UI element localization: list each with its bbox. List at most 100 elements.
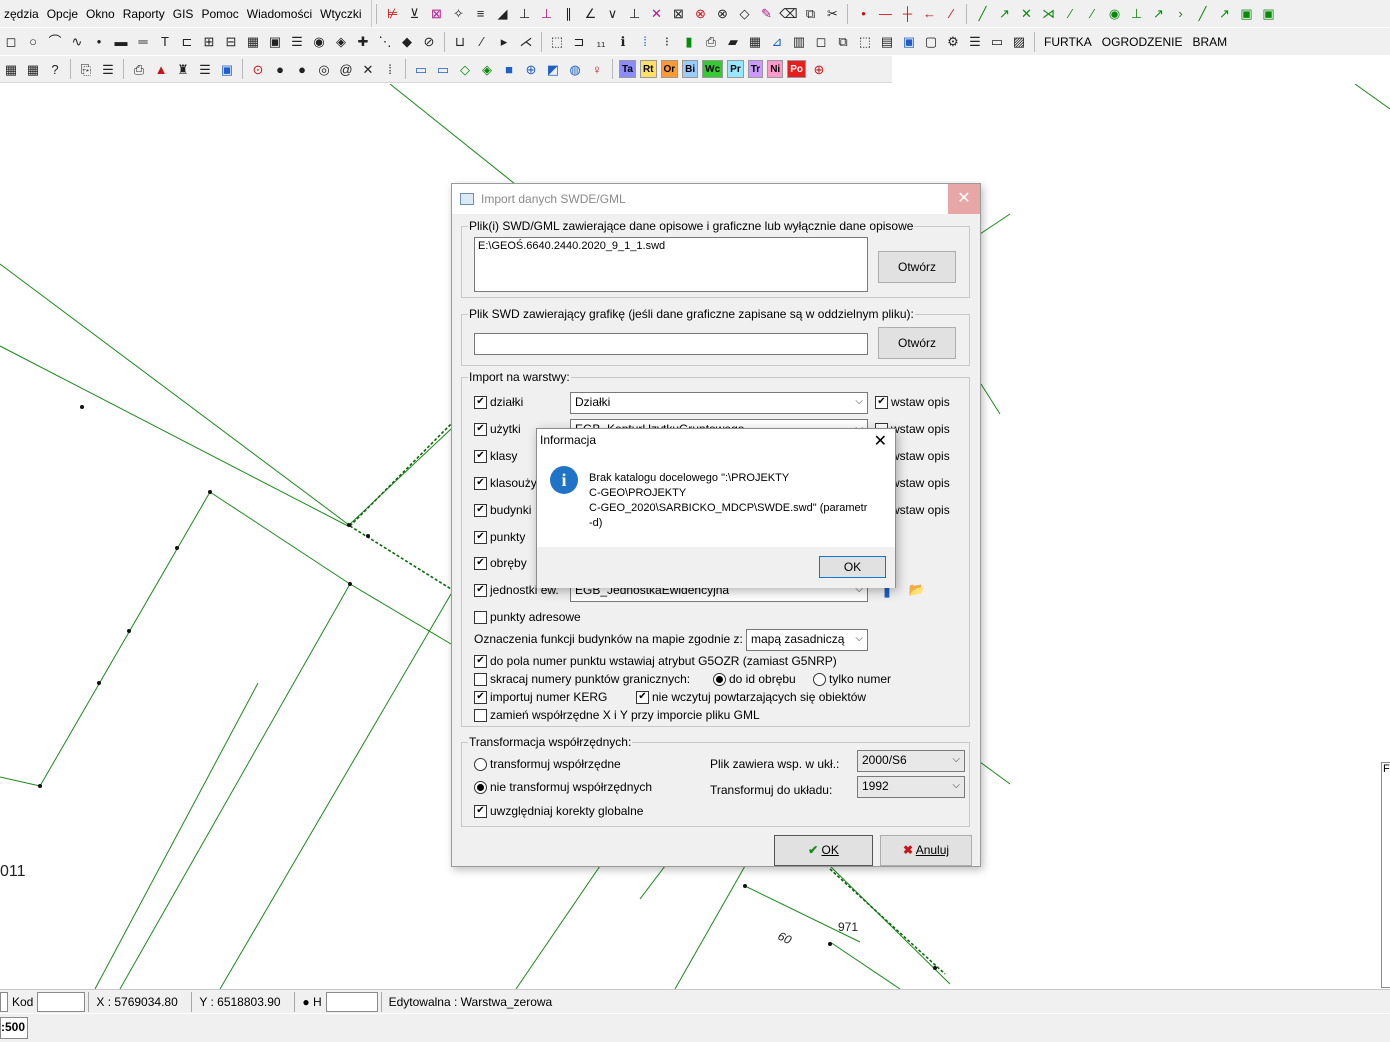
cross-icon[interactable]: ✕ <box>646 4 666 24</box>
layer-punkty-checkbox[interactable]: ✔ punkty <box>474 530 525 544</box>
zamien-xy-checkbox[interactable]: zamień współrzędne X i Y przy imporcie p… <box>474 708 760 722</box>
menu-item-1[interactable]: Opcje <box>43 7 82 21</box>
edit-slash-2-icon[interactable]: ⁄ <box>1082 4 1102 24</box>
layer-toggle-pr[interactable]: Pr <box>727 60 744 78</box>
layer-toggle-wc[interactable]: Wc <box>702 60 724 78</box>
table-icon[interactable]: ⊞ <box>199 32 219 52</box>
bar-icon[interactable]: ▬ <box>111 32 131 52</box>
print-icon[interactable]: ⎙ <box>701 32 721 52</box>
grid-4-icon[interactable]: ▦ <box>23 59 43 79</box>
list-3-icon[interactable]: ☰ <box>98 59 118 79</box>
frame-icon[interactable]: ⬚ <box>547 32 567 52</box>
target-icon[interactable]: ◉ <box>309 32 329 52</box>
info-ok-button[interactable]: OK <box>819 556 886 578</box>
grid-2-icon[interactable]: ▦ <box>745 32 765 52</box>
menu-item-5[interactable]: Pomoc <box>197 7 242 21</box>
box-2-icon[interactable]: ▢ <box>921 32 941 52</box>
plik-zawiera-combo[interactable]: 2000/S6 ⌵ <box>857 750 965 772</box>
diamond-2-icon[interactable]: ◇ <box>455 59 475 79</box>
edit-arrow-2-icon[interactable]: ↗ <box>1148 4 1168 24</box>
diamond-3-icon[interactable]: ◈ <box>477 59 497 79</box>
table-2-icon[interactable]: ⊟ <box>221 32 241 52</box>
layer-toggle-or[interactable]: Or <box>660 60 679 78</box>
status-field-left[interactable] <box>0 991 8 1012</box>
menu-item-7[interactable]: Wtyczki <box>316 7 365 21</box>
target-2-icon[interactable]: ⊙ <box>248 59 268 79</box>
kerg-checkbox[interactable]: ✔ importuj numer KERG <box>474 690 607 704</box>
h-input[interactable] <box>325 991 378 1012</box>
no-icon[interactable]: ⊘ <box>419 32 439 52</box>
diamond-icon[interactable]: ◇ <box>734 4 754 24</box>
text-icon[interactable]: T <box>155 32 175 52</box>
window-icon[interactable]: ◻ <box>811 32 831 52</box>
map-icon[interactable]: ⧉ <box>800 4 820 24</box>
at-icon[interactable]: @ <box>336 59 356 79</box>
bucket-icon[interactable]: ⊔ <box>450 32 470 52</box>
bar-chart-icon[interactable]: ▮ <box>679 32 699 52</box>
rotate-icon[interactable]: ⊗ <box>690 4 710 24</box>
marker-icon[interactable]: ◈ <box>331 32 351 52</box>
list-icon[interactable]: ☰ <box>287 32 307 52</box>
snap-arrow-icon[interactable]: ← <box>919 4 939 24</box>
menu-item-2[interactable]: Okno <box>82 7 119 21</box>
edit-perp-icon[interactable]: ⊥ <box>1126 4 1146 24</box>
point-icon[interactable]: • <box>89 32 109 52</box>
menu-icon[interactable]: ☰ <box>965 32 985 52</box>
wstaw-opis-dzialki[interactable]: ✔ wstaw opis <box>875 395 950 409</box>
toolbar-text-button-2[interactable]: BRAM <box>1187 35 1232 49</box>
crosshair-icon[interactable]: ✚ <box>353 32 373 52</box>
measure-icon[interactable]: ⊿ <box>767 32 787 52</box>
layer-budynki-checkbox[interactable]: ✔ budynki <box>474 503 531 517</box>
pen-icon[interactable]: ⁄ <box>472 32 492 52</box>
window-2-icon[interactable]: ⧉ <box>833 32 853 52</box>
fill-icon[interactable]: ◢ <box>492 4 512 24</box>
dot-icon[interactable]: ● <box>270 59 290 79</box>
zoom-icon[interactable]: ⋌ <box>516 32 536 52</box>
radio-tylko-numer[interactable]: tylko numer <box>813 672 891 686</box>
toolbar-text-button-1[interactable]: OGRODZENIE <box>1097 35 1188 49</box>
list-4-icon[interactable]: ☰ <box>195 59 215 79</box>
layer-toggle-ta[interactable]: Ta <box>619 60 636 78</box>
snap-cross-icon[interactable]: ┼ <box>897 4 917 24</box>
snap-point-icon[interactable]: • <box>853 4 873 24</box>
edit-arrow-icon[interactable]: ↗ <box>994 4 1014 24</box>
menu-item-3[interactable]: Raporty <box>119 7 169 21</box>
edit-slash-icon[interactable]: ⁄ <box>1060 4 1080 24</box>
frame-2-icon[interactable]: ⊐ <box>569 32 589 52</box>
rotate-2-icon[interactable]: ⊗ <box>712 4 732 24</box>
angle-icon[interactable]: ∠ <box>580 4 600 24</box>
grid-3-icon[interactable]: ▦ <box>1 59 21 79</box>
layer-toggle-bi[interactable]: Bi <box>682 60 699 78</box>
open-files-button[interactable]: Otwórz <box>878 251 956 283</box>
transformuj-do-combo[interactable]: 1992 ⌵ <box>857 776 965 798</box>
edit-cross-icon[interactable]: ✕ <box>1016 4 1036 24</box>
image-icon[interactable]: ▣ <box>265 32 285 52</box>
radio-transformuj[interactable]: transformuj współrzędne <box>474 757 621 771</box>
punkty-adresowe-checkbox[interactable]: punkty adresowe <box>474 610 581 624</box>
square-cross-icon[interactable]: ⊠ <box>668 4 688 24</box>
globe-icon[interactable]: ◎ <box>314 59 334 79</box>
frame-3-icon[interactable]: ⬚ <box>855 32 875 52</box>
layer-klasy-checkbox[interactable]: ✔ klasy <box>474 449 517 463</box>
snap-slash-icon[interactable]: ⁄ <box>941 4 961 24</box>
label-icon[interactable]: ⊏ <box>177 32 197 52</box>
dots-2-icon[interactable]: ⁞ <box>380 59 400 79</box>
polyline-tool-icon[interactable]: ⊭ <box>382 4 402 24</box>
layer-icon[interactable]: ◩ <box>543 59 563 79</box>
layer-toggle-po[interactable]: Po <box>787 60 806 78</box>
hatch-tool-icon[interactable]: ✧ <box>448 4 468 24</box>
table-3-icon[interactable]: ▥ <box>789 32 809 52</box>
perpendicular-icon[interactable]: ⊥ <box>514 4 534 24</box>
info-icon[interactable]: ℹ <box>613 32 633 52</box>
oznaczenia-combo[interactable]: mapą zasadniczą ⌵ <box>746 629 868 651</box>
foot-icon[interactable]: ⊥ <box>536 4 556 24</box>
layer-dzialki-combo[interactable]: Działki ⌵ <box>570 392 868 414</box>
settings-icon[interactable]: ⚙ <box>943 32 963 52</box>
arc-icon[interactable]: ⌒ <box>45 32 65 52</box>
double-line-icon[interactable]: ═ <box>133 32 153 52</box>
globe-2-icon[interactable]: ⊕ <box>521 59 541 79</box>
square-icon[interactable]: ▣ <box>217 59 237 79</box>
dialog-cancel-button[interactable]: ✖ Anuluj <box>880 835 972 866</box>
numbers-icon[interactable]: ₁₁ <box>591 32 611 52</box>
pencil-icon[interactable]: ✎ <box>756 4 776 24</box>
